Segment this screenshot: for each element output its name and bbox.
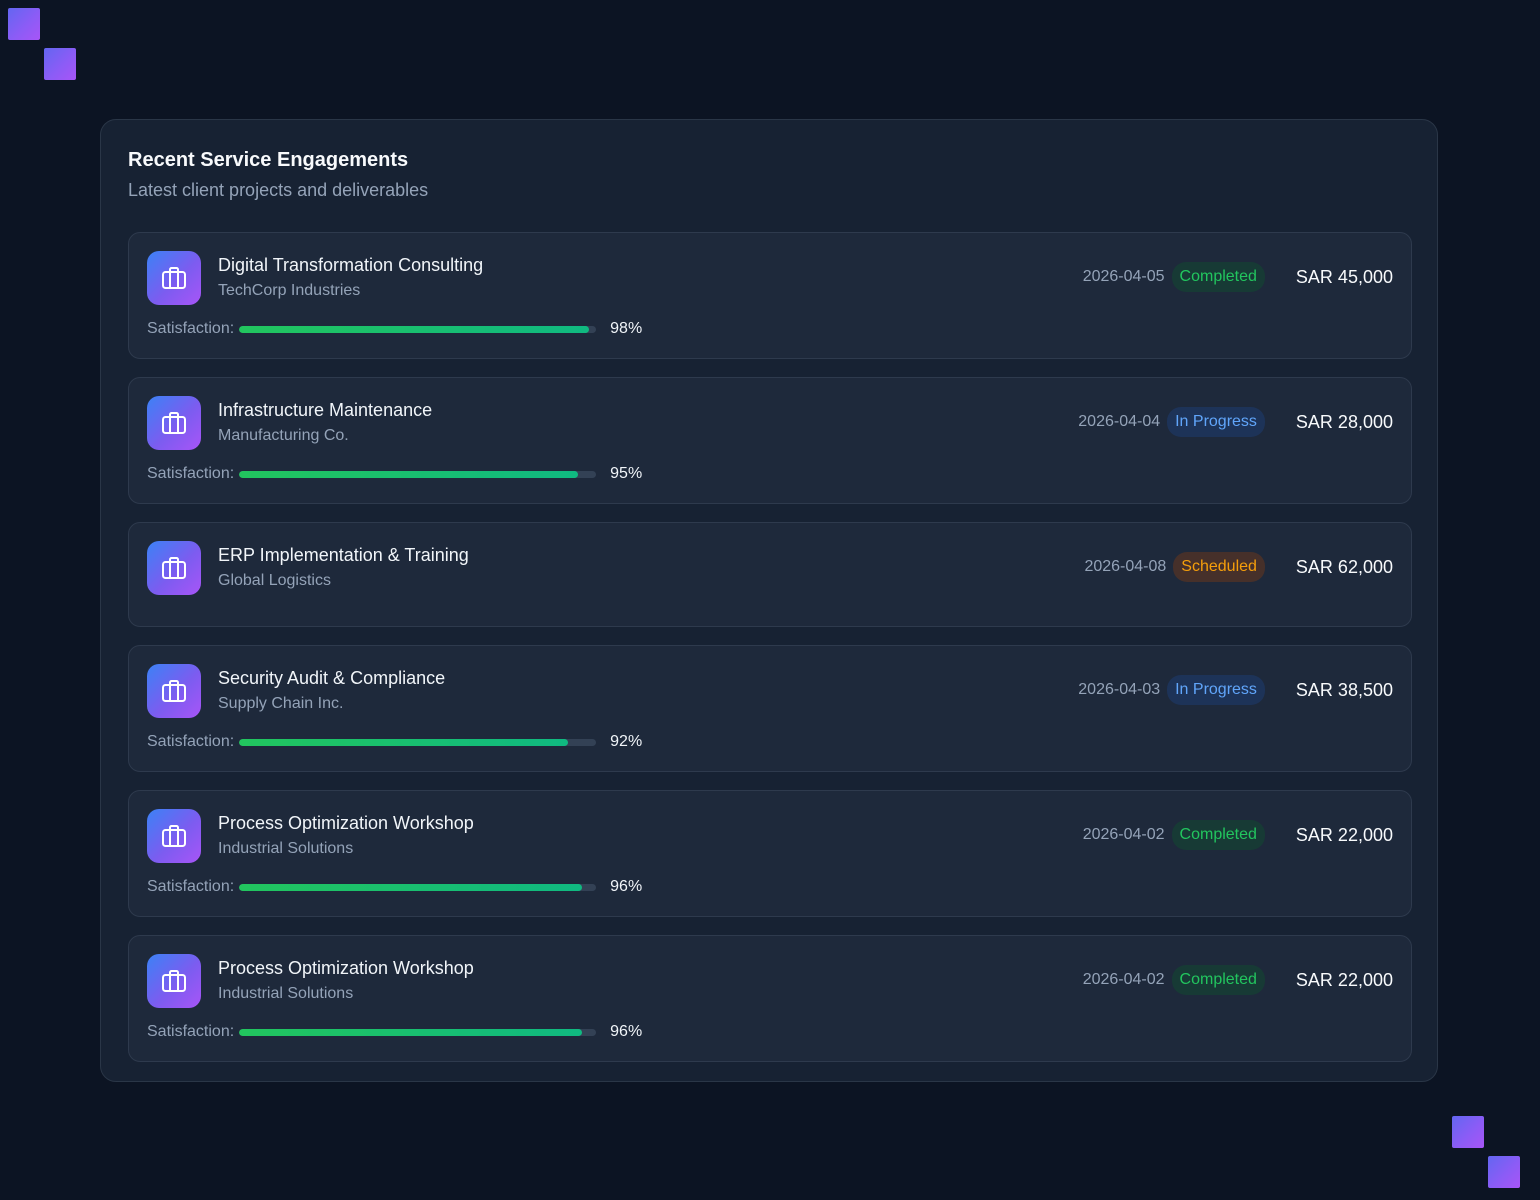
- satisfaction-row: Satisfaction: 96%: [147, 1022, 642, 1042]
- briefcase-icon: [147, 251, 201, 305]
- engagement-card[interactable]: Process Optimization Workshop Industrial…: [128, 935, 1412, 1062]
- status-badge: Completed: [1171, 262, 1265, 292]
- decor-square: [8, 8, 40, 40]
- briefcase-icon: [147, 954, 201, 1008]
- engagement-amount: SAR 28,000: [1295, 411, 1393, 432]
- engagement-date: 2026-04-02: [1082, 826, 1165, 843]
- satisfaction-label: Satisfaction:: [147, 878, 235, 895]
- engagement-amount: SAR 45,000: [1295, 266, 1393, 287]
- briefcase-icon: [147, 809, 201, 863]
- satisfaction-fill: [239, 470, 579, 478]
- panel-title: Recent Service Engagements: [128, 149, 409, 171]
- satisfaction-row: Satisfaction: 98%: [147, 319, 642, 339]
- engagement-client: Manufacturing Co.: [218, 427, 349, 444]
- satisfaction-bar: [239, 738, 597, 746]
- engagement-title: Infrastructure Maintenance: [218, 400, 433, 420]
- engagement-title: Process Optimization Workshop: [218, 958, 474, 978]
- satisfaction-label: Satisfaction:: [147, 1023, 235, 1040]
- engagement-date: 2026-04-08: [1084, 558, 1167, 575]
- engagement-amount: SAR 22,000: [1295, 824, 1393, 845]
- engagement-date: 2026-04-03: [1078, 681, 1161, 698]
- satisfaction-value: 98%: [610, 320, 643, 337]
- satisfaction-row: Satisfaction: 95%: [147, 464, 642, 484]
- engagement-amount: SAR 62,000: [1295, 556, 1393, 577]
- satisfaction-row: Satisfaction: 96%: [147, 877, 642, 897]
- engagement-amount: SAR 22,000: [1295, 969, 1393, 990]
- engagement-client: Industrial Solutions: [218, 985, 354, 1002]
- engagement-date: 2026-04-04: [1078, 413, 1161, 430]
- status-badge: Scheduled: [1173, 552, 1265, 582]
- satisfaction-fill: [239, 1028, 582, 1036]
- satisfaction-fill: [239, 738, 568, 746]
- briefcase-icon: [147, 664, 201, 718]
- satisfaction-fill: [239, 325, 590, 333]
- engagements-panel: Recent Service Engagements Latest client…: [100, 119, 1438, 1082]
- status-badge: In Progress: [1167, 675, 1265, 705]
- engagement-client: Supply Chain Inc.: [218, 695, 344, 712]
- engagement-amount: SAR 38,500: [1295, 679, 1393, 700]
- briefcase-icon: [147, 396, 201, 450]
- engagement-list: Digital Transformation Consulting TechCo…: [128, 232, 1412, 1062]
- engagement-client: Industrial Solutions: [218, 840, 354, 857]
- engagement-client: TechCorp Industries: [218, 282, 361, 299]
- panel-subtitle: Latest client projects and deliverables: [128, 180, 429, 200]
- decor-square: [44, 48, 76, 80]
- engagement-title: Process Optimization Workshop: [218, 813, 474, 833]
- engagement-card[interactable]: Security Audit & Compliance Supply Chain…: [128, 645, 1412, 772]
- engagement-date: 2026-04-05: [1082, 268, 1165, 285]
- satisfaction-bar: [239, 470, 597, 478]
- decor-square: [1452, 1116, 1484, 1148]
- engagement-date: 2026-04-02: [1082, 971, 1165, 988]
- satisfaction-label: Satisfaction:: [147, 733, 235, 750]
- satisfaction-value: 95%: [610, 465, 643, 482]
- status-badge: Completed: [1171, 965, 1265, 995]
- satisfaction-value: 96%: [610, 878, 643, 895]
- decor-square: [1488, 1156, 1520, 1188]
- engagement-title: ERP Implementation & Training: [218, 545, 469, 565]
- engagement-card[interactable]: Process Optimization Workshop Industrial…: [128, 790, 1412, 917]
- status-badge: Completed: [1171, 820, 1265, 850]
- satisfaction-bar: [239, 325, 597, 333]
- satisfaction-value: 96%: [610, 1023, 643, 1040]
- satisfaction-bar: [239, 1028, 597, 1036]
- engagement-card[interactable]: Infrastructure Maintenance Manufacturing…: [128, 377, 1412, 504]
- engagement-title: Digital Transformation Consulting: [218, 255, 484, 275]
- satisfaction-label: Satisfaction:: [147, 465, 235, 482]
- satisfaction-bar: [239, 883, 597, 891]
- status-badge: In Progress: [1167, 407, 1265, 437]
- briefcase-icon: [147, 541, 201, 595]
- engagement-card[interactable]: Digital Transformation Consulting TechCo…: [128, 232, 1412, 359]
- engagement-card[interactable]: ERP Implementation & Training Global Log…: [128, 522, 1412, 627]
- satisfaction-value: 92%: [610, 733, 643, 750]
- satisfaction-label: Satisfaction:: [147, 320, 235, 337]
- engagement-client: Global Logistics: [218, 572, 331, 589]
- satisfaction-fill: [239, 883, 582, 891]
- engagement-title: Security Audit & Compliance: [218, 668, 446, 688]
- satisfaction-row: Satisfaction: 92%: [147, 732, 642, 752]
